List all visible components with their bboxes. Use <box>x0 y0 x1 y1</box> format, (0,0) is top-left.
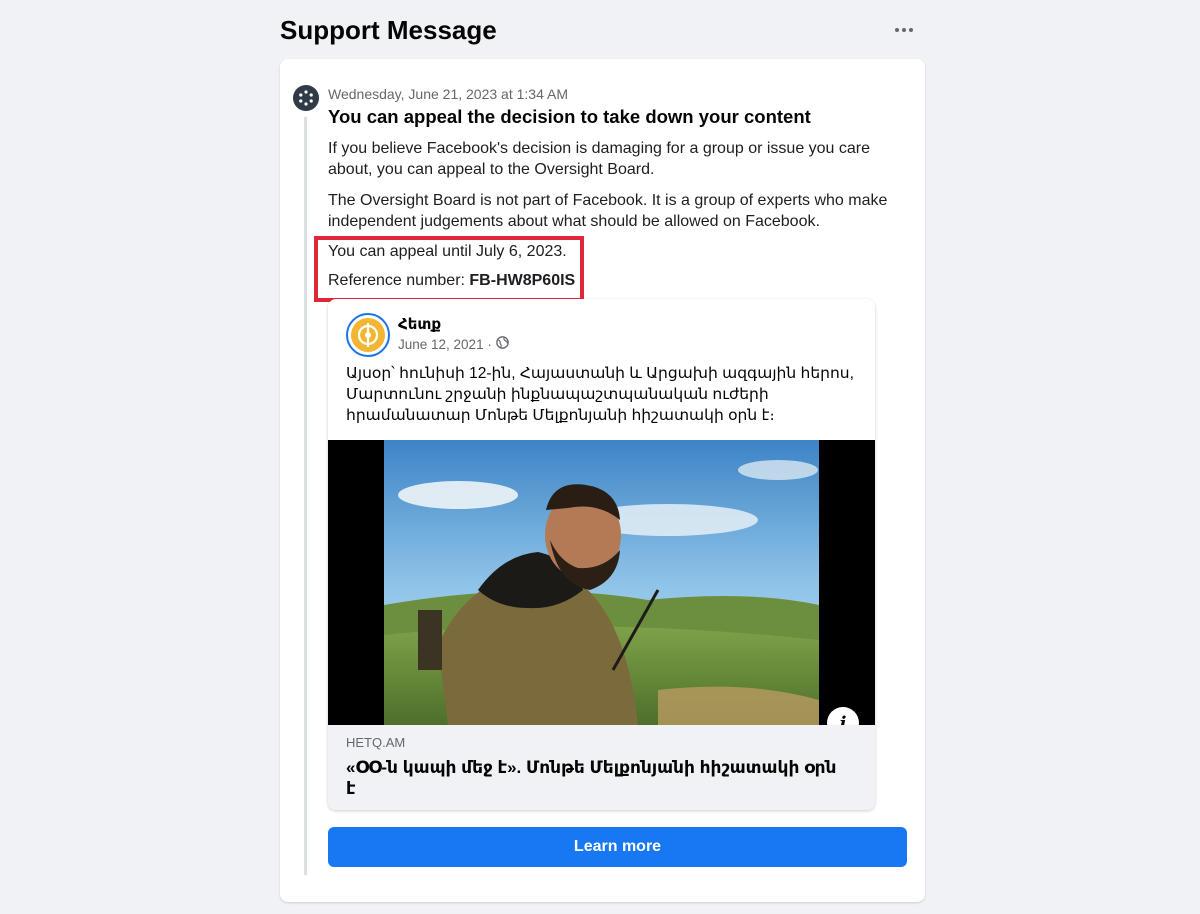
message-paragraph: The Oversight Board is not part of Faceb… <box>328 192 888 230</box>
link-preview[interactable]: HETQ.AM «ՕՕ-ն կապի մեջ է». Մոնթե Մելքոնյ… <box>328 725 875 810</box>
more-options-button[interactable] <box>891 18 917 42</box>
post-date[interactable]: June 12, 2021 · <box>398 337 492 352</box>
support-inbox-icon <box>293 85 319 111</box>
reference-label: Reference number: <box>328 272 470 289</box>
appeal-deadline: You can appeal until July 6, 2023. <box>328 243 567 260</box>
link-title[interactable]: «ՕՕ-ն կապի մեջ է». Մոնթե Մելքոնյանի հիշա… <box>346 757 846 799</box>
post-author[interactable]: Հետք <box>398 315 441 333</box>
link-domain: HETQ.AM <box>346 735 406 750</box>
more-dot-icon <box>902 28 906 32</box>
learn-more-button[interactable]: Learn more <box>328 827 907 867</box>
message-title: You can appeal the decision to take down… <box>328 106 811 127</box>
post-image[interactable] <box>328 440 875 725</box>
reference-number-line: Reference number: FB-HW8P60IS <box>328 270 908 291</box>
message-paragraph: If you believe Facebook's decision is da… <box>328 140 871 178</box>
globe-icon <box>495 336 509 352</box>
post-meta: June 12, 2021 · <box>398 336 509 352</box>
more-dot-icon <box>895 28 899 32</box>
page-header: Support Message <box>280 14 925 46</box>
timeline-line <box>304 117 307 875</box>
support-message-card: Wednesday, June 21, 2023 at 1:34 AM You … <box>280 59 925 902</box>
page-title: Support Message <box>280 15 497 45</box>
message-timestamp: Wednesday, June 21, 2023 at 1:34 AM <box>328 86 568 102</box>
more-dot-icon <box>909 28 913 32</box>
avatar[interactable] <box>346 313 390 357</box>
removed-post-preview: Հետք June 12, 2021 · Այսօր՝ հունիսի 12-ի… <box>328 299 875 810</box>
post-text: Այսօր՝ հունիսի 12-ին, Հայաստանի և Արցախի… <box>346 365 854 424</box>
reference-number: FB-HW8P60IS <box>469 272 576 289</box>
